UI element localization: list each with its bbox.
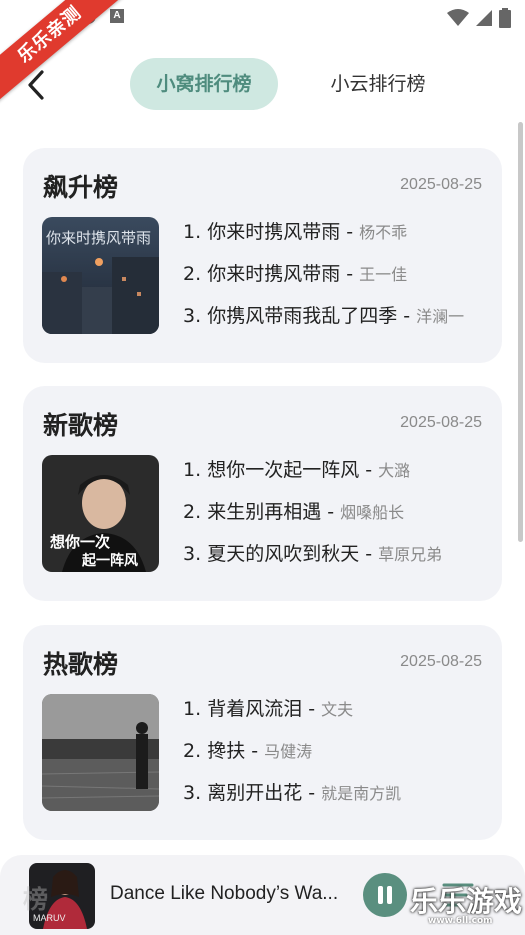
tab-xiaoyun-rank[interactable]: 小云排行榜 <box>304 58 452 110</box>
song-row[interactable]: 1. 你来时携风带雨 - 杨不乖 <box>183 220 488 262</box>
pause-button[interactable] <box>363 873 407 917</box>
song-artist: 王一佳 <box>359 265 408 284</box>
cover-image <box>42 694 159 811</box>
status-icons-right <box>447 8 511 28</box>
scrollbar[interactable] <box>518 122 523 542</box>
song-name: 想你一次起一阵风 <box>207 459 360 481</box>
song-rank: 2. <box>183 740 202 762</box>
song-list: 1. 你来时携风带雨 - 杨不乖 2. 你来时携风带雨 - 王一佳 3. 你携风… <box>183 220 488 346</box>
watermark-logo-text: 乐乐游戏 <box>410 885 523 918</box>
song-rank: 2. <box>183 501 202 523</box>
header: 小窝排行榜 小云排行榜 <box>0 58 525 110</box>
wifi-icon <box>447 9 469 26</box>
song-row[interactable]: 3. 你携风带雨我乱了四季 - 洋澜一 <box>183 304 488 346</box>
song-row[interactable]: 3. 离别开出花 - 就是南方凯 <box>183 781 488 823</box>
song-artist: 草原兄弟 <box>378 545 443 564</box>
chart-card-new[interactable]: 新歌榜 2025-08-25 想你一次 起一阵风 1. 想你一次起一阵风 - 大… <box>23 386 502 601</box>
song-name: 离别开出花 <box>207 782 303 804</box>
song-rank: 3. <box>183 782 202 804</box>
song-row[interactable]: 1. 背着风流泪 - 文夫 <box>183 697 488 739</box>
battery-icon <box>499 8 511 28</box>
card-date: 2025-08-25 <box>400 176 482 193</box>
song-artist: 马健涛 <box>264 742 313 761</box>
song-artist: 文夫 <box>321 700 354 719</box>
card-date: 2025-08-25 <box>400 653 482 670</box>
chart-card-soaring[interactable]: 飙升榜 2025-08-25 你来时携风带雨 1. 你来时携风带雨 - 杨不乖 … <box>23 148 502 363</box>
svg-text:你来时携风带雨: 你来时携风带雨 <box>46 229 151 247</box>
song-artist: 杨不乖 <box>359 223 408 242</box>
screen: A 乐乐亲测 小窝排行榜 小云排行榜 飙升榜 2025-08-25 你来时携风带… <box>0 0 525 935</box>
a-notification-icon: A <box>110 9 124 23</box>
song-row[interactable]: 2. 来生别再相遇 - 烟嗓船长 <box>183 500 488 542</box>
chart-card-hot[interactable]: 热歌榜 2025-08-25 1. 背着风流泪 - 文夫 2. 搀扶 - 马健涛… <box>23 625 502 840</box>
song-row[interactable]: 1. 想你一次起一阵风 - 大潞 <box>183 458 488 500</box>
tab-xiaowo-rank[interactable]: 小窝排行榜 <box>130 58 278 110</box>
song-artist: 洋澜一 <box>416 307 465 326</box>
song-name: 来生别再相遇 <box>207 501 322 523</box>
watermark-logo: 乐乐游戏 www.6ll.com <box>410 880 525 935</box>
svg-text:起一阵风: 起一阵风 <box>81 552 138 569</box>
song-name: 你来时携风带雨 <box>207 263 341 285</box>
song-name: 夏天的风吹到秋天 <box>207 543 360 565</box>
song-name: 你携风带雨我乱了四季 <box>207 305 398 327</box>
card-date: 2025-08-25 <box>400 414 482 431</box>
cover-image: 你来时携风带雨 <box>42 217 159 334</box>
song-rank: 2. <box>183 263 202 285</box>
card-title: 飙升榜 <box>43 173 119 202</box>
song-rank: 3. <box>183 305 202 327</box>
card-title: 热歌榜 <box>43 650 119 679</box>
player-song-title: Dance Like Nobody’s Wa... <box>110 883 339 904</box>
song-row[interactable]: 3. 夏天的风吹到秋天 - 草原兄弟 <box>183 542 488 584</box>
song-artist: 大潞 <box>378 461 411 480</box>
svg-text:想你一次: 想你一次 <box>49 533 110 551</box>
cover-image: 想你一次 起一阵风 <box>42 455 159 572</box>
song-list: 1. 想你一次起一阵风 - 大潞 2. 来生别再相遇 - 烟嗓船长 3. 夏天的… <box>183 458 488 584</box>
song-rank: 1. <box>183 221 202 243</box>
song-name: 背着风流泪 <box>207 698 303 720</box>
song-rank: 1. <box>183 459 202 481</box>
song-row[interactable]: 2. 你来时携风带雨 - 王一佳 <box>183 262 488 304</box>
song-row[interactable]: 2. 搀扶 - 马健涛 <box>183 739 488 781</box>
signal-icon <box>476 10 492 26</box>
song-name: 你来时携风带雨 <box>207 221 341 243</box>
song-list: 1. 背着风流泪 - 文夫 2. 搀扶 - 马健涛 3. 离别开出花 - 就是南… <box>183 697 488 823</box>
song-artist: 就是南方凯 <box>321 784 402 803</box>
next-card-title-partial: 榜 <box>23 885 49 914</box>
song-rank: 3. <box>183 543 202 565</box>
song-name: 搀扶 <box>207 740 246 762</box>
song-rank: 1. <box>183 698 202 720</box>
song-artist: 烟嗓船长 <box>340 503 405 522</box>
card-title: 新歌榜 <box>43 411 119 440</box>
